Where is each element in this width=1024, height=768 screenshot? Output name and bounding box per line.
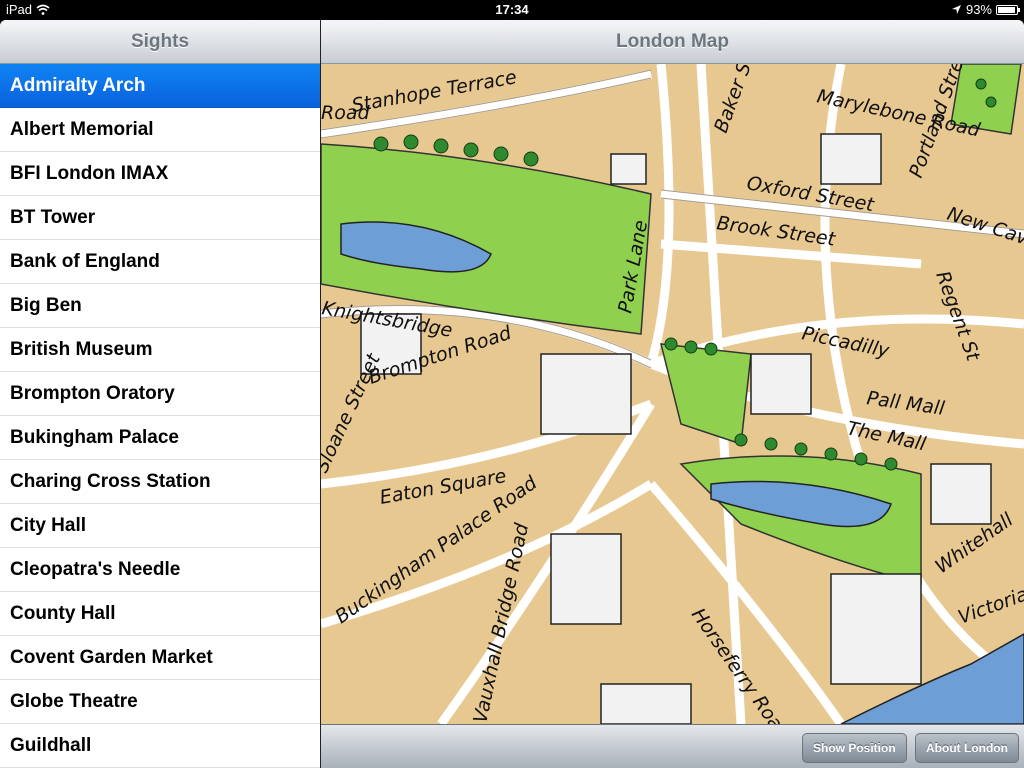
sight-item[interactable]: County Hall — [0, 592, 320, 636]
sights-list: Admiralty Arch Albert Memorial BFI London … — [0, 64, 320, 768]
sight-item[interactable]: Brompton Oratory — [0, 372, 320, 416]
map-toolbar: Show Position About London — [321, 724, 1024, 768]
sights-panel: Sights Admiralty Arch Albert Memorial BFI … — [0, 20, 320, 768]
london-map[interactable]: Stanhope Terrace Road Baker St Marylebone R… — [321, 64, 1024, 724]
map-street-label: Road — [321, 102, 370, 124]
sight-item[interactable]: Covent Garden Market — [0, 636, 320, 680]
sight-item[interactable]: Charing Cross Station — [0, 460, 320, 504]
sight-item[interactable]: British Museum — [0, 328, 320, 372]
sight-item[interactable]: BFI London IMAX — [0, 152, 320, 196]
location-arrow-icon — [951, 5, 961, 14]
clock: 17:34 — [495, 2, 529, 17]
sight-item[interactable]: BT Tower — [0, 196, 320, 240]
show-position-button[interactable]: Show Position — [802, 733, 907, 763]
sight-item[interactable]: Bank of England — [0, 240, 320, 284]
map-canvas[interactable]: Stanhope TerraceRoad Baker St Marylebone R… — [321, 64, 1024, 724]
battery-percent: 93% — [965, 2, 992, 17]
status-bar: iPad 17:34 93% — [0, 0, 1024, 20]
about-london-button[interactable]: About London — [915, 733, 1019, 763]
sight-item[interactable]: Admiralty Arch — [0, 64, 320, 108]
sight-item[interactable]: Bukingham Palace — [0, 416, 320, 460]
sight-item[interactable]: Globe Theatre — [0, 680, 320, 724]
sight-item[interactable]: City Hall — [0, 504, 320, 548]
sights-title: Sights — [0, 20, 320, 64]
map-panel: London Map Stanhope Terrace Road Baker S… — [321, 20, 1024, 768]
sight-item[interactable]: Guildhall — [0, 724, 320, 768]
map-title: London Map — [321, 20, 1024, 64]
sight-item[interactable]: Albert Memorial — [0, 108, 320, 152]
sight-item[interactable]: Big Ben — [0, 284, 320, 328]
battery-icon — [996, 4, 1020, 15]
sight-item[interactable]: Cleopatra's Needle — [0, 548, 320, 592]
